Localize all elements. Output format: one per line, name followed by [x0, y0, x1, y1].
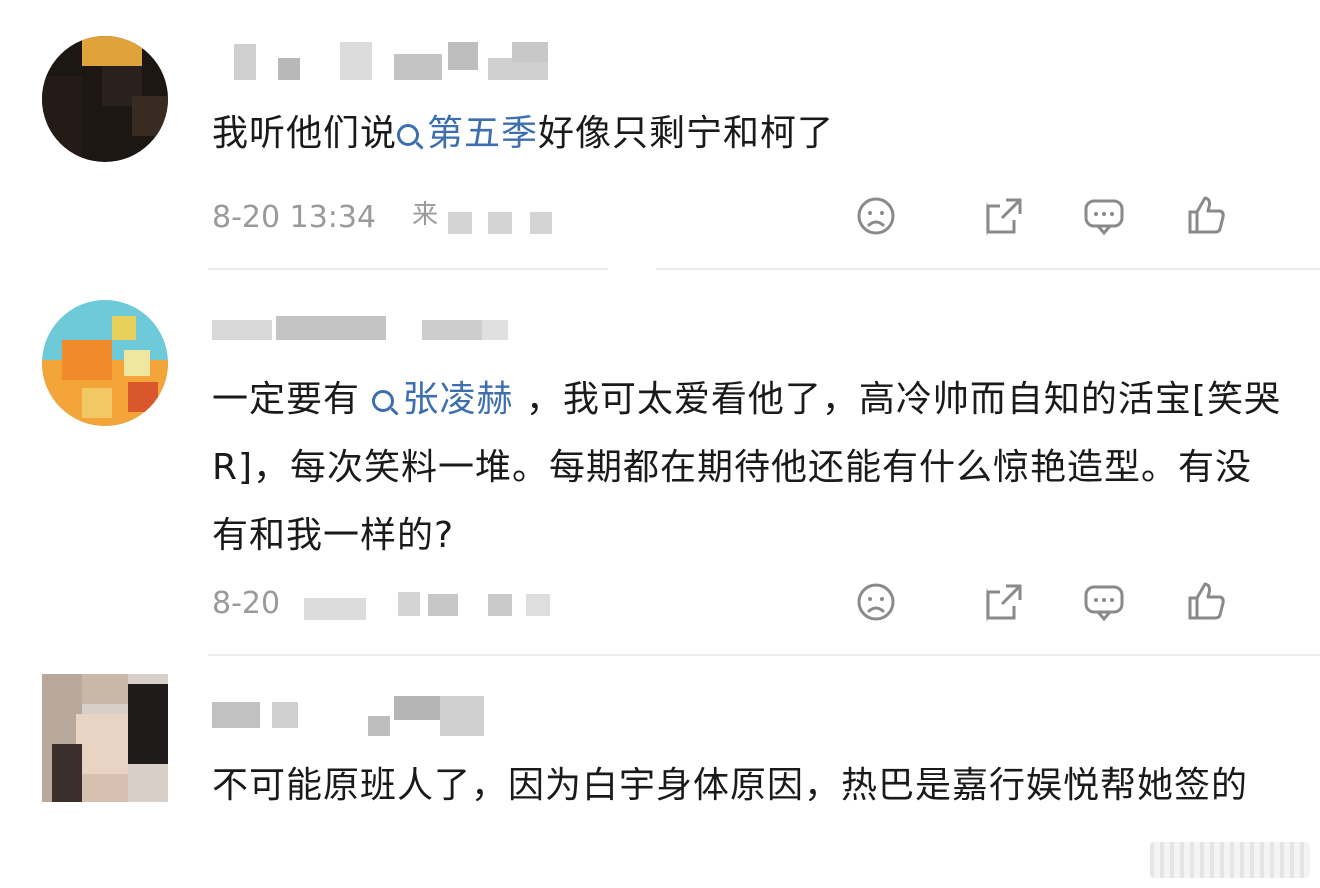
sad-face-icon[interactable]: [854, 580, 898, 624]
comment-actions: [854, 194, 1244, 242]
sad-face-icon[interactable]: [854, 194, 898, 238]
username-redacted[interactable]: [212, 696, 512, 736]
like-icon[interactable]: [1184, 580, 1228, 624]
username-redacted[interactable]: [212, 310, 512, 350]
comment-time: 8-20: [212, 586, 281, 621]
avatar[interactable]: [42, 674, 168, 802]
comment-actions: [854, 580, 1244, 628]
avatar[interactable]: [42, 36, 168, 162]
like-icon[interactable]: [1184, 194, 1228, 238]
search-icon: [397, 124, 420, 146]
comment-icon[interactable]: [1082, 580, 1126, 624]
scroll-indicator[interactable]: [1150, 842, 1310, 878]
comment-meta: 8-20: [212, 582, 1292, 624]
source-label: 来: [412, 200, 439, 230]
comment-text: 一定要有 张凌赫 ，我可太爱看他了，高冷帅而自知的活宝[笑哭R]，每次笑料一堆。…: [212, 379, 1281, 556]
share-icon[interactable]: [982, 194, 1026, 238]
comment-item: 我听他们说 第五季好像只剩宁和柯了 8-20 13:34 来: [0, 0, 1320, 270]
comment-text: 不可能原班人了，因为白宇身体原因，热巴是嘉行娱悦帮她签的: [212, 765, 1249, 806]
comment-item: 一定要有 张凌赫 ，我可太爱看他了，高冷帅而自知的活宝[笑哭R]，每次笑料一堆。…: [0, 270, 1320, 656]
comment-meta: 8-20 13:34 来: [212, 196, 1292, 238]
share-icon[interactable]: [982, 580, 1026, 624]
avatar[interactable]: [42, 300, 168, 426]
search-icon: [372, 390, 395, 412]
topic-link[interactable]: 张凌赫: [372, 379, 513, 420]
username-redacted[interactable]: [212, 40, 552, 80]
comment-icon[interactable]: [1082, 194, 1126, 238]
comment-item: 不可能原班人了，因为白宇身体原因，热巴是嘉行娱悦帮她签的: [0, 656, 1320, 888]
comment-text: 我听他们说 第五季好像只剩宁和柯了: [212, 113, 835, 154]
comment-time: 8-20 13:34: [212, 200, 377, 235]
topic-link[interactable]: 第五季: [397, 113, 538, 154]
